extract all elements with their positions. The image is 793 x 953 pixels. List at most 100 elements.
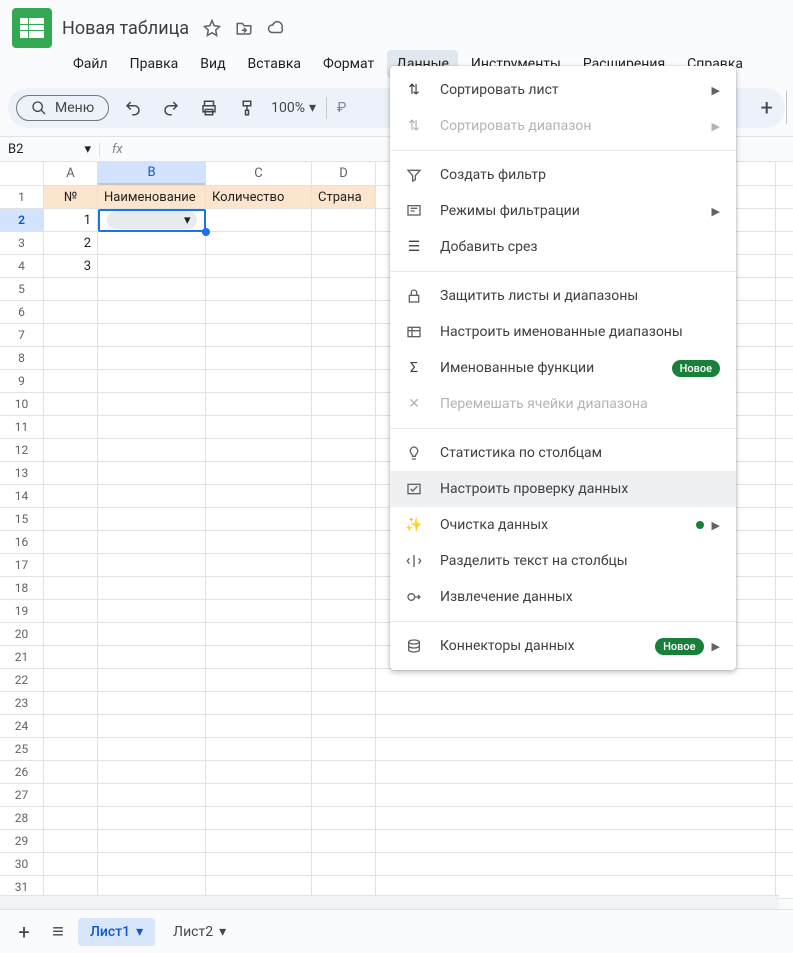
- cell[interactable]: [98, 692, 206, 714]
- cell[interactable]: [312, 462, 376, 484]
- cell[interactable]: [206, 577, 312, 599]
- cell[interactable]: [206, 761, 312, 783]
- redo-button[interactable]: [157, 94, 185, 122]
- cell[interactable]: 2: [44, 232, 98, 254]
- cell[interactable]: [44, 646, 98, 668]
- row-header[interactable]: 17: [0, 554, 44, 576]
- row-header[interactable]: 24: [0, 715, 44, 737]
- menu-item-data-connectors[interactable]: Коннекторы данных Новое▶: [390, 628, 736, 664]
- cell[interactable]: [312, 600, 376, 622]
- cell[interactable]: [44, 807, 98, 829]
- search-menus-button[interactable]: Меню: [16, 95, 109, 121]
- paint-format-button[interactable]: [233, 94, 261, 122]
- menu-item-data-validation[interactable]: Настроить проверку данных: [390, 471, 736, 507]
- menu-item-data-extraction[interactable]: Извлечение данных: [390, 579, 736, 615]
- cell[interactable]: 3: [44, 255, 98, 277]
- row-header[interactable]: 16: [0, 531, 44, 553]
- menu-item-column-stats[interactable]: Статистика по столбцам: [390, 435, 736, 471]
- row-header[interactable]: 6: [0, 301, 44, 323]
- cell[interactable]: [312, 370, 376, 392]
- cell[interactable]: [98, 784, 206, 806]
- menu-file[interactable]: Файл: [64, 50, 117, 78]
- cell[interactable]: [376, 669, 776, 691]
- row-header[interactable]: 4: [0, 255, 44, 277]
- cell[interactable]: [44, 761, 98, 783]
- row-header[interactable]: 25: [0, 738, 44, 760]
- cell[interactable]: [206, 646, 312, 668]
- cell[interactable]: [206, 715, 312, 737]
- cell[interactable]: [376, 853, 776, 875]
- cell[interactable]: [98, 301, 206, 323]
- cell[interactable]: [206, 209, 312, 231]
- cell[interactable]: 1: [44, 209, 98, 231]
- cell[interactable]: [44, 784, 98, 806]
- cell[interactable]: [312, 416, 376, 438]
- menu-insert[interactable]: Вставка: [239, 50, 310, 78]
- cell[interactable]: [98, 324, 206, 346]
- cell[interactable]: [312, 761, 376, 783]
- row-header[interactable]: 13: [0, 462, 44, 484]
- row-header[interactable]: 12: [0, 439, 44, 461]
- document-title[interactable]: Новая таблица: [62, 18, 189, 39]
- cell[interactable]: [312, 830, 376, 852]
- cloud-status-icon[interactable]: [267, 19, 285, 37]
- menu-item-protect[interactable]: Защитить листы и диапазоны: [390, 278, 736, 314]
- cell[interactable]: [206, 600, 312, 622]
- cell[interactable]: [44, 370, 98, 392]
- cell[interactable]: [44, 692, 98, 714]
- cell[interactable]: [98, 830, 206, 852]
- cell[interactable]: [206, 324, 312, 346]
- cell[interactable]: [312, 232, 376, 254]
- cell[interactable]: [206, 554, 312, 576]
- star-icon[interactable]: [203, 19, 221, 37]
- zoom-select[interactable]: 100% ▾: [271, 100, 316, 116]
- cell[interactable]: [312, 669, 376, 691]
- col-header-a[interactable]: A: [44, 162, 98, 185]
- row-header[interactable]: 1: [0, 186, 44, 208]
- cell[interactable]: [312, 278, 376, 300]
- row-header[interactable]: 7: [0, 324, 44, 346]
- all-sheets-button[interactable]: ≡: [44, 919, 72, 944]
- cell[interactable]: [98, 623, 206, 645]
- cell[interactable]: [44, 485, 98, 507]
- cell[interactable]: [312, 784, 376, 806]
- horizontal-scrollbar[interactable]: [0, 895, 779, 909]
- cell[interactable]: [206, 485, 312, 507]
- cell[interactable]: №: [44, 186, 98, 208]
- cell[interactable]: [98, 715, 206, 737]
- row-header[interactable]: 18: [0, 577, 44, 599]
- cell[interactable]: [312, 807, 376, 829]
- row-header[interactable]: 27: [0, 784, 44, 806]
- menu-item-create-filter[interactable]: Создать фильтр: [390, 157, 736, 193]
- cell[interactable]: [312, 531, 376, 553]
- cell[interactable]: [312, 646, 376, 668]
- cell[interactable]: [98, 853, 206, 875]
- cell[interactable]: [44, 278, 98, 300]
- name-box[interactable]: B2 ▾: [0, 142, 100, 157]
- select-all-corner[interactable]: [0, 162, 44, 185]
- menu-item-add-slicer[interactable]: ☰ Добавить срез: [390, 229, 736, 265]
- row-header[interactable]: 15: [0, 508, 44, 530]
- cell[interactable]: [206, 853, 312, 875]
- cell[interactable]: [206, 301, 312, 323]
- cell[interactable]: [44, 324, 98, 346]
- cell[interactable]: [98, 577, 206, 599]
- cell[interactable]: [312, 439, 376, 461]
- cell[interactable]: [44, 600, 98, 622]
- cell[interactable]: [206, 623, 312, 645]
- cell[interactable]: [376, 784, 776, 806]
- row-header[interactable]: 14: [0, 485, 44, 507]
- cell[interactable]: [44, 623, 98, 645]
- cell[interactable]: [206, 416, 312, 438]
- menu-item-named-ranges[interactable]: Настроить именованные диапазоны: [390, 314, 736, 350]
- row-header[interactable]: 10: [0, 393, 44, 415]
- row-header[interactable]: 21: [0, 646, 44, 668]
- cell[interactable]: [312, 853, 376, 875]
- menu-item-data-cleanup[interactable]: ✨ Очистка данных ▶: [390, 507, 736, 543]
- cell[interactable]: [312, 324, 376, 346]
- cell[interactable]: [98, 278, 206, 300]
- cell[interactable]: [98, 761, 206, 783]
- cell[interactable]: [206, 692, 312, 714]
- row-header[interactable]: 11: [0, 416, 44, 438]
- cell[interactable]: [98, 462, 206, 484]
